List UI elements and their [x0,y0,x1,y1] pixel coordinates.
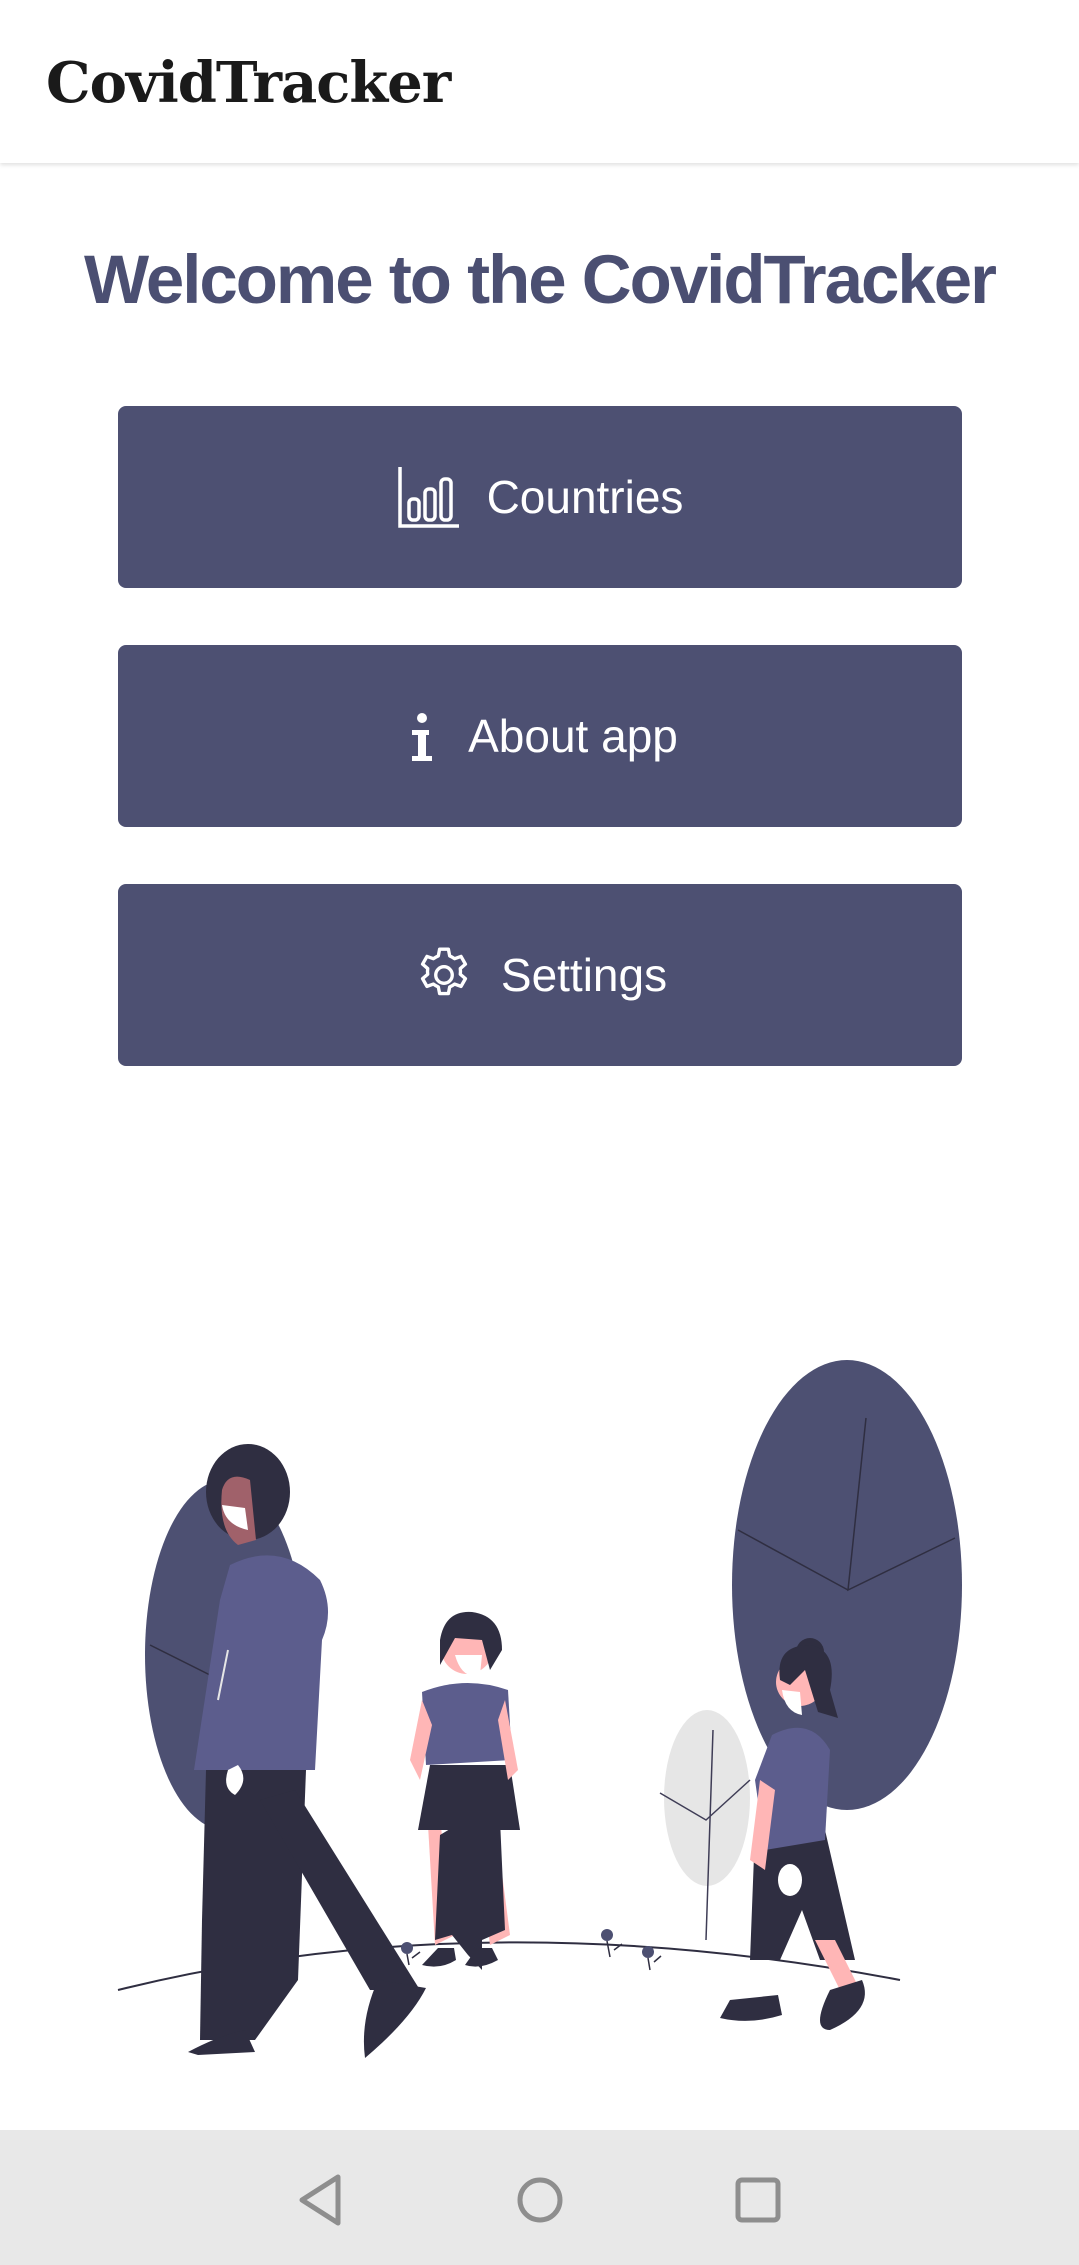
bar-chart-icon [397,465,461,529]
about-app-button[interactable]: About app [118,645,962,827]
app-bar: CovidTracker [0,0,1079,163]
countries-button-label: Countries [486,471,684,523]
about-app-button-label: About app [468,710,678,762]
recents-square-icon[interactable] [728,2170,788,2230]
settings-button[interactable]: Settings [118,884,962,1066]
back-triangle-icon[interactable] [292,2170,352,2230]
settings-button-label: Settings [500,949,668,1001]
people-walking-illustration [110,1340,970,2080]
welcome-heading: Welcome to the CovidTracker [83,241,997,318]
info-icon [402,706,442,766]
home-circle-icon[interactable] [510,2170,570,2230]
gear-icon [413,944,475,1006]
android-navigation-bar [0,2130,1079,2265]
app-title: CovidTracker [46,50,451,116]
countries-button[interactable]: Countries [118,406,962,588]
